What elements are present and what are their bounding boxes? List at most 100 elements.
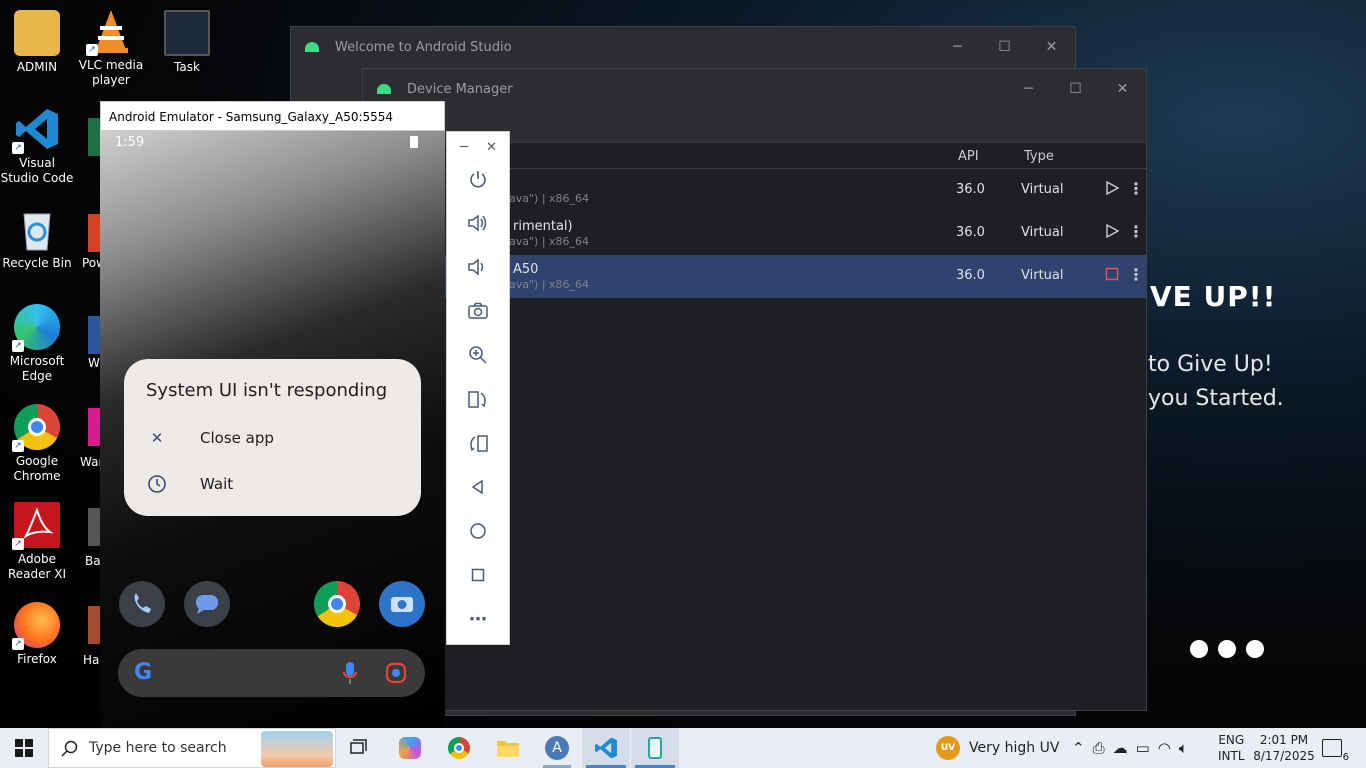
camera-app-icon[interactable] [379, 581, 425, 627]
clock-time: 2:01 PM [1259, 733, 1309, 747]
play-icon[interactable] [1105, 181, 1119, 195]
taskbar-search[interactable]: Type here to search [48, 728, 336, 768]
close-icon: ✕ [150, 429, 164, 447]
status-time: 1:59 [115, 135, 145, 150]
emulator-title[interactable]: Android Emulator - Samsung_Galaxy_A50:55… [100, 101, 445, 131]
phone-screen[interactable]: 1:59 System UI isn't responding ✕ Close … [100, 131, 445, 728]
back-icon[interactable] [466, 475, 490, 499]
clock-icon [146, 473, 168, 495]
search-highlight-image [261, 731, 333, 767]
task-view-icon [350, 739, 367, 754]
power-icon[interactable] [466, 167, 490, 191]
stop-icon[interactable] [1105, 267, 1119, 281]
desktop-icon-task[interactable]: Task [150, 10, 224, 75]
home-icon[interactable] [466, 519, 490, 543]
google-g-icon: G [134, 660, 153, 685]
play-icon[interactable] [1105, 224, 1119, 238]
copilot-button[interactable] [386, 728, 434, 768]
app2-label-partial: Ba [85, 554, 101, 568]
android-icon [377, 84, 391, 94]
desktop-icon-admin[interactable]: ADMIN [0, 10, 74, 75]
language-indicator[interactable]: ENG INTL [1218, 728, 1245, 768]
lens-icon[interactable] [385, 662, 407, 684]
minimize-button[interactable]: ─ [934, 27, 981, 67]
notification-count: 6 [1342, 752, 1349, 763]
copilot-icon [399, 737, 421, 759]
notification-center-button[interactable]: 6 [1322, 728, 1349, 768]
taskbar-android-studio[interactable]: A [533, 728, 581, 768]
rotate-right-icon[interactable] [466, 431, 490, 455]
overview-icon[interactable] [466, 563, 490, 587]
edge-icon: ↗ [12, 304, 60, 352]
chevron-up-icon[interactable]: ⌃ [1072, 739, 1085, 757]
wallpaper-line-1: to Give Up! [1148, 352, 1273, 377]
taskbar-vscode[interactable] [582, 728, 630, 768]
more-icon[interactable]: ⋯ [466, 607, 490, 631]
wallpaper-dots [1190, 640, 1264, 658]
wallpaper-headline: VE UP!! [1150, 280, 1277, 313]
adobe-reader-icon: ↗ [12, 502, 60, 550]
speaker-icon[interactable]: 🔈︎ [1179, 739, 1188, 757]
desktop-icon-edge[interactable]: ↗ Microsoft Edge [0, 304, 74, 384]
recycle-bin-icon [14, 206, 60, 252]
column-type[interactable]: Type [1024, 149, 1054, 164]
start-button[interactable] [0, 728, 48, 768]
column-api[interactable]: API [958, 149, 979, 164]
camera-icon[interactable] [466, 299, 490, 323]
search-placeholder: Type here to search [89, 740, 227, 756]
rotate-left-icon[interactable] [466, 387, 490, 411]
clock[interactable]: 2:01 PM 8/17/2025 [1253, 728, 1315, 768]
close-emulator-button[interactable]: ✕ [486, 140, 497, 155]
chrome-icon: ↗ [12, 404, 60, 452]
notification-icon: 6 [1322, 739, 1349, 763]
onedrive-icon[interactable]: ☁ [1113, 739, 1128, 757]
maximize-button[interactable]: ☐ [981, 27, 1028, 67]
google-search-bar[interactable]: G [118, 649, 425, 697]
wallpaper-line-2: you Started. [1148, 386, 1284, 411]
volume-up-icon[interactable] [466, 211, 490, 235]
more-options-icon[interactable]: ⋮ [1128, 179, 1144, 198]
phone-app-icon[interactable] [119, 581, 165, 627]
minimize-emulator-button[interactable]: ─ [460, 140, 468, 155]
emulator-toolbar: ─ ✕ ⋯ [446, 131, 510, 645]
desktop-icon-chrome[interactable]: ↗ Google Chrome [0, 404, 74, 484]
battery-icon[interactable]: ▭ [1136, 739, 1150, 757]
vscode-icon [595, 737, 617, 759]
minimize-button[interactable]: ─ [1005, 69, 1052, 109]
anr-dialog: System UI isn't responding ✕ Close app W… [124, 359, 421, 516]
folder-icon [497, 741, 519, 757]
desktop-icon-vscode[interactable]: ↗ Visual Studio Code [0, 106, 74, 186]
task-view-button[interactable] [336, 728, 384, 768]
maximize-button[interactable]: ☐ [1052, 69, 1099, 109]
chrome-app-icon[interactable] [314, 581, 360, 627]
meet-now-icon[interactable]: ⎙ [1093, 739, 1105, 757]
user-folder-icon [14, 10, 60, 56]
weather-widget[interactable]: UV Very high UV [936, 728, 1059, 768]
clock-date: 8/17/2025 [1253, 749, 1315, 763]
wifi-icon[interactable]: ◠ [1158, 739, 1171, 757]
taskbar-emulator[interactable] [631, 728, 679, 768]
weather-text: Very high UV [969, 740, 1060, 756]
taskbar: Type here to search A UV Very high UV ⌃ … [0, 728, 1366, 768]
desktop-icon-vlc[interactable]: ↗ VLC media player [74, 8, 148, 88]
taskbar-file-explorer[interactable] [484, 728, 532, 768]
more-options-icon[interactable]: ⋮ [1128, 265, 1144, 284]
desktop-icon-firefox[interactable]: ↗ Firefox [0, 602, 74, 667]
close-app-option[interactable]: ✕ Close app [146, 427, 274, 449]
wait-option[interactable]: Wait [146, 473, 233, 495]
task-file-icon [164, 10, 210, 56]
search-icon [61, 740, 78, 757]
close-button[interactable]: ✕ [1028, 27, 1075, 67]
android-emulator-window: Android Emulator - Samsung_Galaxy_A50:55… [100, 101, 445, 728]
close-button[interactable]: ✕ [1099, 69, 1146, 109]
desktop-icon-adobe-reader[interactable]: ↗ Adobe Reader XI [0, 502, 74, 582]
volume-down-icon[interactable] [466, 255, 490, 279]
android-studio-icon: A [545, 736, 569, 760]
messages-app-icon[interactable] [184, 581, 230, 627]
windows-icon [15, 739, 33, 757]
desktop-icon-recycle-bin[interactable]: Recycle Bin [0, 206, 74, 271]
microphone-icon[interactable] [343, 661, 357, 685]
more-options-icon[interactable]: ⋮ [1128, 222, 1144, 241]
taskbar-chrome[interactable] [435, 728, 483, 768]
zoom-icon[interactable] [466, 343, 490, 367]
